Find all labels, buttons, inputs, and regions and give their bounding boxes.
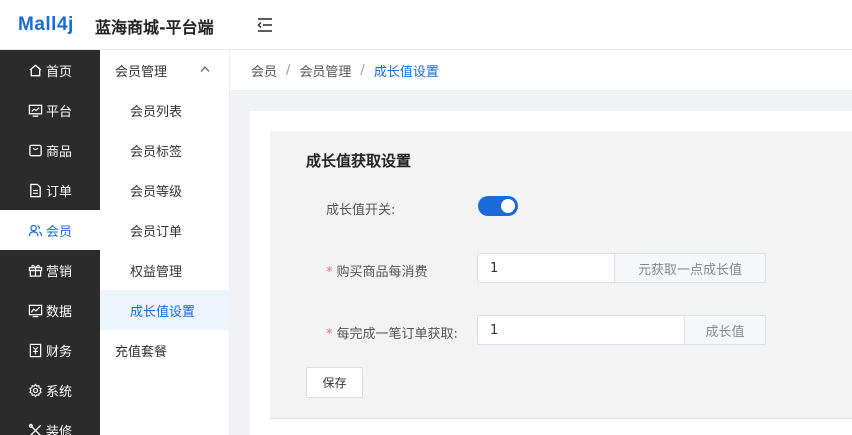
gear-icon [29, 382, 42, 398]
save-button[interactable]: 保存 [306, 367, 363, 398]
menu-collapse-icon[interactable] [256, 16, 274, 34]
submenu-item-member-list[interactable]: 会员列表 [100, 90, 230, 130]
nav-item-label: 数据 [46, 304, 73, 320]
purchase-label-text: 购买商品每消费 [336, 265, 428, 280]
required-mark: * [326, 265, 333, 280]
nav-item-home[interactable]: 首页 [0, 50, 100, 90]
nav-item-label: 商品 [46, 144, 73, 160]
purchase-input-group: 元获取一点成长值 [477, 253, 766, 283]
order-suffix: 成长值 [684, 315, 766, 345]
document-icon [30, 183, 41, 197]
submenu-item-label: 成长值设置 [130, 304, 196, 320]
nav-item-label: 会员 [46, 224, 73, 240]
submenu-item-label: 权益管理 [130, 264, 183, 280]
content-card: 成长值获取设置 成长值开关: *购买商品每消费 元获取一点成长值 *每完成一笔订… [250, 111, 852, 435]
breadcrumb-separator: / [360, 62, 365, 78]
nav-item-label: 首页 [46, 64, 73, 80]
breadcrumb-item-members[interactable]: 会员 [251, 61, 277, 80]
nav-item-platform[interactable]: 平台 [0, 90, 100, 130]
submenu-item-member-orders[interactable]: 会员订单 [100, 210, 230, 250]
nav-item-label: 系统 [46, 384, 73, 400]
submenu-member-management[interactable]: 会员管理 [100, 50, 230, 90]
toggle-knob [501, 199, 515, 213]
nav-item-finance[interactable]: 财务 [0, 330, 100, 370]
bag-icon [29, 144, 42, 156]
primary-sidebar: 首页 平台 商品 订单 会员 营销 数据 财务 系统 装修 [0, 50, 100, 435]
submenu-item-label: 充值套餐 [115, 344, 168, 360]
nav-item-label: 装修 [46, 424, 73, 435]
nav-item-label: 订单 [46, 184, 73, 200]
app-title: 蓝海商城-平台端 [95, 18, 214, 37]
top-bar: Mall4j 蓝海商城-平台端 [0, 0, 852, 50]
tools-icon [28, 423, 42, 435]
chevron-up-icon [200, 66, 210, 72]
home-icon [29, 63, 42, 76]
breadcrumb-separator: / [286, 62, 291, 78]
nav-item-label: 营销 [46, 264, 73, 280]
submenu-item-benefits[interactable]: 权益管理 [100, 250, 230, 290]
submenu-item-label: 会员等级 [130, 184, 183, 200]
submenu-item-member-tags[interactable]: 会员标签 [100, 130, 230, 170]
order-label: * 每完成一笔订单获取: [326, 323, 458, 342]
logo: Mall4j [18, 13, 74, 37]
required-mark: * [326, 327, 333, 342]
growth-switch-toggle[interactable] [478, 196, 518, 216]
growth-settings-panel: 成长值获取设置 成长值开关: *购买商品每消费 元获取一点成长值 *每完成一笔订… [270, 131, 852, 419]
nav-item-data[interactable]: 数据 [0, 290, 100, 330]
nav-item-decoration[interactable]: 装修 [0, 410, 100, 435]
submenu-item-growth-settings[interactable]: 成长值设置 [100, 290, 230, 330]
breadcrumb-item-member-management[interactable]: 会员管理 [299, 61, 351, 80]
nav-item-marketing[interactable]: 营销 [0, 250, 100, 290]
submenu-item-label: 会员订单 [130, 224, 183, 240]
secondary-sidebar: 会员管理 会员列表 会员标签 会员等级 会员订单 权益管理 成长值设置 充值套餐 [100, 50, 230, 435]
submenu-item-recharge-packages[interactable]: 充值套餐 [100, 330, 230, 370]
submenu-item-member-levels[interactable]: 会员等级 [100, 170, 230, 210]
logo-text: Mall4j [18, 14, 74, 35]
nav-item-orders[interactable]: 订单 [0, 170, 100, 210]
purchase-label: * 购买商品每消费 [326, 261, 428, 280]
finance-icon [29, 343, 42, 357]
order-label-text: 每完成一笔订单获取: [336, 327, 458, 342]
order-input-group: 成长值 [477, 315, 766, 345]
chart-icon [28, 304, 43, 317]
purchase-suffix: 元获取一点成长值 [614, 253, 766, 283]
gift-icon [28, 264, 43, 277]
monitor-icon [28, 104, 43, 117]
purchase-points-input[interactable] [477, 253, 614, 283]
breadcrumb-item-current: 成长值设置 [373, 64, 439, 80]
switch-label: 成长值开关: [326, 203, 396, 218]
submenu-title: 会员管理 [115, 64, 168, 80]
submenu-item-label: 会员标签 [130, 144, 183, 160]
users-icon [28, 224, 43, 236]
nav-item-system[interactable]: 系统 [0, 370, 100, 410]
submenu-item-label: 会员列表 [130, 104, 183, 120]
breadcrumb: 会员 / 会员管理 / 成长值设置 [230, 50, 852, 91]
nav-item-members[interactable]: 会员 [0, 210, 100, 250]
order-points-input[interactable] [477, 315, 684, 345]
panel-title: 成长值获取设置 [306, 152, 412, 170]
nav-item-goods[interactable]: 商品 [0, 130, 100, 170]
nav-item-label: 财务 [46, 344, 73, 360]
nav-item-label: 平台 [46, 104, 73, 120]
